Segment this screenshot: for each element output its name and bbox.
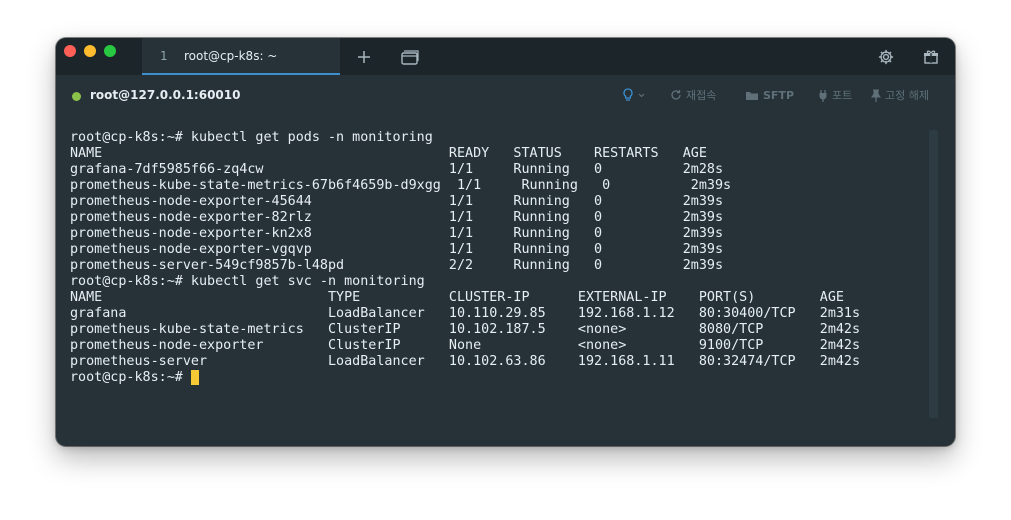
hint-button[interactable] [622, 87, 645, 103]
plug-icon [818, 89, 828, 102]
unpin-label: 고정 해제 [885, 89, 929, 102]
minimize-window-button[interactable] [84, 45, 96, 57]
folder-icon [745, 90, 759, 101]
terminal-line: prometheus-server-549cf9857b-l48pd 2/2 R… [70, 258, 724, 273]
terminal-line: prometheus-node-exporter ClusterIP None … [70, 338, 861, 353]
terminal-line: prometheus-server LoadBalancer 10.102.63… [70, 354, 861, 369]
chevron-down-icon [638, 93, 645, 98]
port-label: 포트 [832, 89, 853, 102]
close-window-button[interactable] [64, 45, 76, 57]
tab-index: 1 [160, 49, 168, 63]
tab-title: root@cp-k8s: ~ [184, 49, 278, 63]
terminal-line: prometheus-node-exporter-vgqvp 1/1 Runni… [70, 242, 724, 257]
terminal-window: 1 root@cp-k8s: ~ root@127.0.0.1:60010 재접… [56, 38, 955, 446]
unpin-button[interactable]: 고정 해제 [871, 87, 929, 103]
lightbulb-icon [622, 88, 634, 102]
connection-label: root@127.0.0.1:60010 [90, 88, 241, 102]
pin-icon [871, 89, 881, 102]
tab-bar: 1 root@cp-k8s: ~ [56, 38, 955, 75]
terminal-line: prometheus-kube-state-metrics ClusterIP … [70, 322, 861, 337]
terminal-line: grafana LoadBalancer 10.110.29.85 192.16… [70, 306, 861, 321]
refresh-icon [670, 89, 682, 101]
terminal-line: NAME TYPE CLUSTER-IP EXTERNAL-IP PORT(S)… [70, 290, 844, 305]
terminal-line: grafana-7df5985f66-zq4cw 1/1 Running 0 2… [70, 162, 724, 177]
terminal-line: root@cp-k8s:~# [70, 370, 191, 385]
terminal-line: prometheus-node-exporter-kn2x8 1/1 Runni… [70, 226, 724, 241]
terminal-scrollbar[interactable] [929, 130, 938, 418]
plus-icon[interactable] [354, 47, 374, 67]
terminal-line: prometheus-node-exporter-45644 1/1 Runni… [70, 194, 724, 209]
sftp-label: SFTP [763, 88, 795, 102]
reconnect-label: 재접속 [686, 89, 717, 102]
terminal-output[interactable]: root@cp-k8s:~# kubectl get pods -n monit… [70, 130, 930, 430]
terminal-line: root@cp-k8s:~# kubectl get svc -n monito… [70, 274, 425, 289]
tab-session-1[interactable]: 1 root@cp-k8s: ~ [142, 38, 340, 75]
reconnect-button[interactable]: 재접속 [670, 87, 716, 103]
gift-icon[interactable] [921, 47, 941, 67]
terminal-line: prometheus-kube-state-metrics-67b6f4659b… [70, 178, 732, 193]
maximize-window-button[interactable] [104, 45, 116, 57]
connection-status-dot [72, 92, 81, 101]
port-button[interactable]: 포트 [818, 87, 852, 103]
window-icon[interactable] [400, 47, 420, 67]
gear-icon[interactable] [876, 47, 896, 67]
terminal-line: NAME READY STATUS RESTARTS AGE [70, 146, 707, 161]
terminal-line: prometheus-node-exporter-82rlz 1/1 Runni… [70, 210, 724, 225]
terminal-line: root@cp-k8s:~# kubectl get pods -n monit… [70, 130, 433, 145]
sftp-button[interactable]: SFTP [745, 87, 794, 103]
terminal-cursor [191, 370, 199, 385]
